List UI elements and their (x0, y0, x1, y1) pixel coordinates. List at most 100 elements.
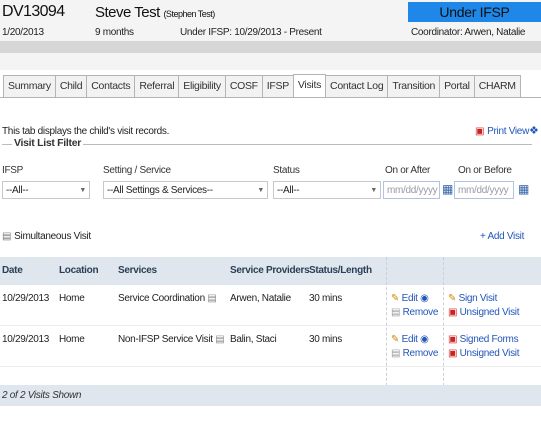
status-select-value: --All-- (277, 185, 300, 196)
service-name: Non-IFSP Service Visit (118, 334, 213, 345)
child-dob: 1/20/2013 (2, 27, 44, 38)
cell-providers: Balin, Staci (230, 334, 277, 345)
on-after-placeholder: mm/dd/yyyy (387, 185, 438, 196)
cell-date: 10/29/2013 (2, 293, 50, 304)
visits-shown-count: 2 of 2 Visits Shown (0, 385, 541, 406)
edit-link[interactable]: ✎ Edit ◉ (391, 334, 429, 345)
remove-label: Remove (402, 307, 439, 318)
signed-forms-label: Signed Forms (459, 334, 519, 345)
cell-services: Non-IFSP Service Visit ▤ (118, 334, 225, 345)
info-icon: ◉ (420, 293, 429, 304)
trash-icon: ▤ (391, 348, 401, 359)
table-header: Date Location Services Service Providers… (0, 257, 541, 285)
child-age: 9 months (95, 27, 134, 38)
edit-label: Edit (401, 334, 418, 345)
on-after-label: On or After (385, 165, 431, 176)
pdf-icon: ▣ (448, 348, 458, 359)
unsigned-visit-link[interactable]: ▣ Unsigned Visit (448, 307, 519, 318)
on-before-label: On or Before (458, 165, 512, 176)
child-name: Steve Test (95, 4, 160, 21)
unsigned-visit-link[interactable]: ▣ Unsigned Visit (448, 348, 519, 359)
note-icon[interactable]: ▤ (215, 334, 224, 345)
remove-link[interactable]: ▤ Remove (391, 307, 438, 318)
cell-length: 30 mins (309, 293, 342, 304)
signed-forms-link[interactable]: ▣ Signed Forms (448, 334, 519, 345)
pdf-icon: ▣ (475, 126, 485, 137)
tab-transition[interactable]: Transition (387, 75, 441, 97)
tab-summary[interactable]: Summary (3, 75, 56, 97)
tab-referral[interactable]: Referral (134, 75, 180, 97)
status-select[interactable]: --All-- ▼ (273, 181, 381, 199)
sign-visit-link[interactable]: ✎ Sign Visit (448, 293, 497, 304)
column-divider (386, 257, 387, 406)
pencil-icon: ✎ (448, 293, 457, 304)
remove-link[interactable]: ▤ Remove (391, 348, 438, 359)
child-alias: (Stephen Test) (163, 9, 215, 19)
tab-contacts[interactable]: Contacts (86, 75, 136, 97)
document-icon: ▤ (2, 231, 12, 242)
tab-visits[interactable]: Visits (292, 74, 327, 98)
tab-child[interactable]: Child (54, 75, 88, 97)
unsigned-visit-label: Unsigned Visit (459, 348, 520, 359)
edit-link[interactable]: ✎ Edit ◉ (391, 293, 429, 304)
simultaneous-visit-link[interactable]: ▤ Simultaneous Visit (2, 231, 91, 242)
child-name-block: Steve Test (Stephen Test) (95, 4, 215, 21)
tab-ifsp[interactable]: IFSP (261, 75, 294, 97)
tab-divider (0, 97, 541, 98)
cell-services: Service Coordination ▤ (118, 293, 217, 304)
header-status-length: Status/Length (309, 265, 372, 276)
setting-service-select[interactable]: --All Settings & Services-- ▼ (103, 181, 268, 199)
table-row: 10/29/2013 Home Service Coordination ▤ A… (0, 285, 541, 326)
tab-bar: Summary Child Contacts Referral Eligibil… (3, 74, 521, 99)
print-view-label: Print View (487, 126, 529, 137)
table-row: 10/29/2013 Home Non-IFSP Service Visit ▤… (0, 326, 541, 367)
trash-icon: ▤ (391, 307, 401, 318)
pencil-icon: ✎ (391, 334, 400, 345)
on-after-date-input[interactable]: mm/dd/yyyy (383, 181, 440, 199)
calendar-icon[interactable]: ▦ (518, 182, 529, 196)
filter-legend: Visit List Filter (12, 137, 84, 149)
note-icon[interactable]: ▤ (207, 293, 216, 304)
header-providers: Service Providers (230, 265, 310, 276)
add-visit-button[interactable]: + Add Visit (480, 231, 524, 242)
tab-contact-log[interactable]: Contact Log (325, 75, 389, 97)
cell-length: 30 mins (309, 334, 342, 345)
visits-table: Date Location Services Service Providers… (0, 257, 541, 367)
pdf-icon: ▣ (448, 334, 458, 345)
service-name: Service Coordination (118, 293, 205, 304)
on-before-date-input[interactable]: mm/dd/yyyy (454, 181, 514, 199)
setting-select-value: --All Settings & Services-- (107, 185, 213, 196)
cell-providers: Arwen, Natalie (230, 293, 291, 304)
ifsp-range: Under IFSP: 10/29/2013 - Present (180, 27, 322, 38)
tab-cosf[interactable]: COSF (224, 75, 263, 97)
ifsp-select[interactable]: --All-- ▼ (2, 181, 90, 199)
header-divider (0, 41, 541, 53)
tab-eligibility[interactable]: Eligibility (178, 75, 226, 97)
calendar-icon[interactable]: ▦ (442, 182, 453, 196)
coordinator: Coordinator: Arwen, Natalie (411, 27, 526, 38)
cell-date: 10/29/2013 (2, 334, 50, 345)
on-before-placeholder: mm/dd/yyyy (458, 185, 509, 196)
info-icon: ◉ (420, 334, 429, 345)
cell-location: Home (59, 334, 85, 345)
edit-label: Edit (401, 293, 418, 304)
child-id: DV13094 (2, 3, 65, 20)
header-location: Location (59, 265, 99, 276)
pdf-icon: ▣ (448, 307, 458, 318)
print-view-link[interactable]: ▣ Print View (475, 126, 529, 137)
ifsp-filter-label: IFSP (2, 165, 24, 176)
child-header: DV13094 Steve Test (Stephen Test) 1/20/2… (0, 0, 541, 70)
visit-list-filter: Visit List Filter IFSP --All-- ▼ Setting… (2, 137, 532, 265)
simultaneous-visit-label: Simultaneous Visit (14, 231, 91, 242)
setting-filter-label: Setting / Service (103, 165, 171, 176)
tab-charm[interactable]: CHARM (473, 75, 521, 97)
tab-portal[interactable]: Portal (439, 75, 475, 97)
help-icon[interactable]: ❖ (529, 124, 539, 137)
cell-location: Home (59, 293, 85, 304)
ifsp-select-value: --All-- (6, 185, 29, 196)
status-badge: Under IFSP (408, 2, 541, 22)
unsigned-visit-label: Unsigned Visit (459, 307, 520, 318)
header-date: Date (2, 265, 23, 276)
page: DV13094 Steve Test (Stephen Test) 1/20/2… (0, 0, 541, 425)
chevron-down-icon: ▼ (79, 187, 86, 194)
